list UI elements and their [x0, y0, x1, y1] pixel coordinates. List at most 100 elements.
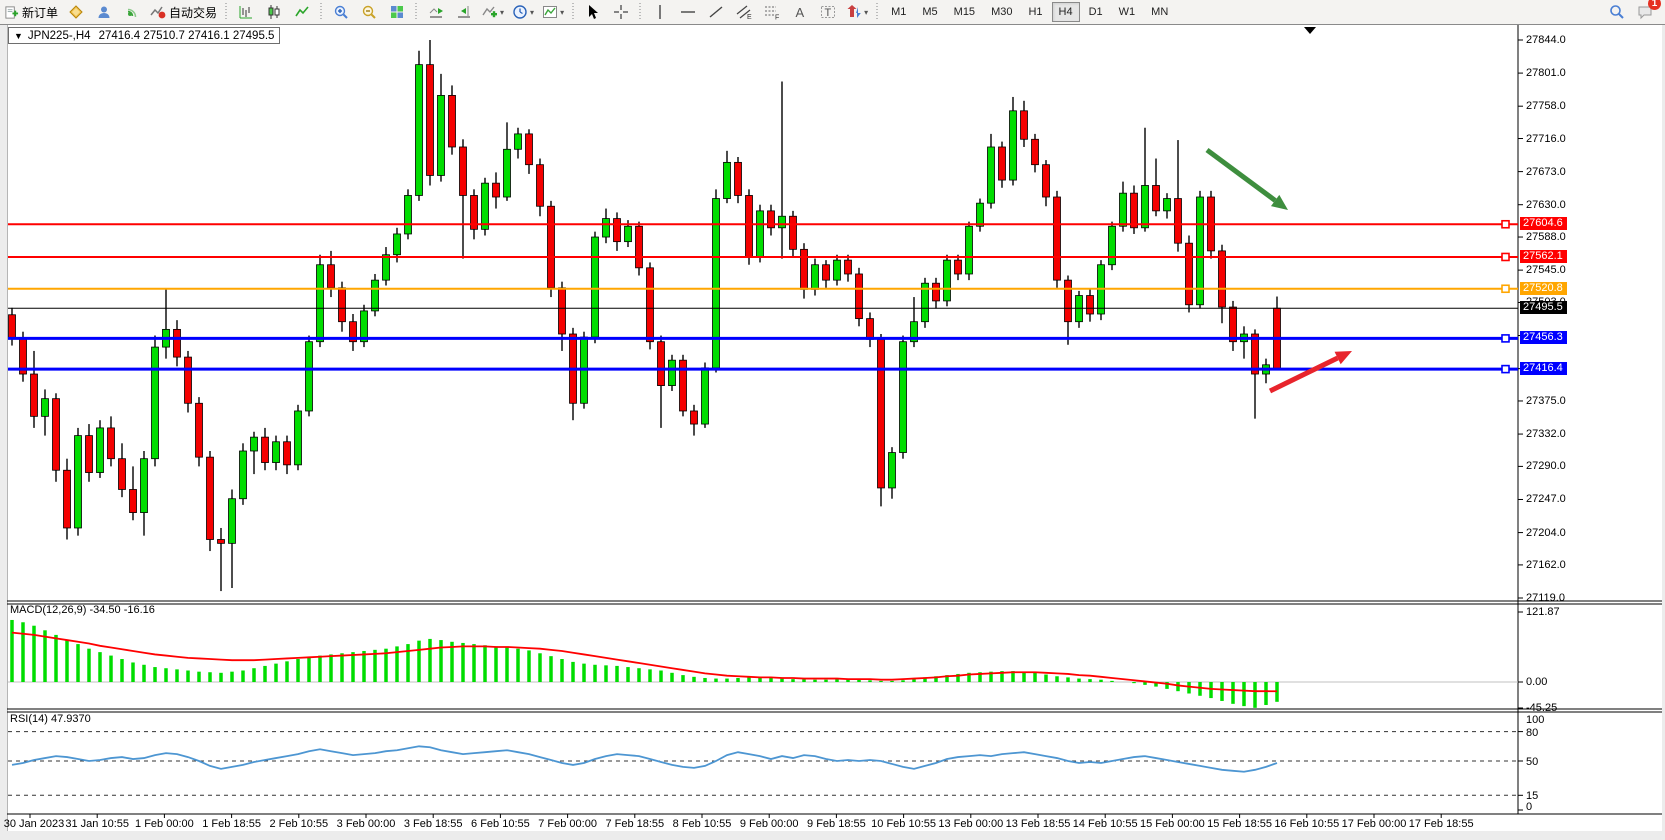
dropdown-caret: ▾ [864, 8, 868, 17]
price-axis-tick: 27630.0 [1526, 199, 1566, 211]
toolbar-separator [413, 3, 420, 21]
rsi-axis-tick: 50 [1526, 756, 1538, 768]
candlestick-chart-icon [266, 4, 282, 20]
text-icon: A [792, 4, 808, 20]
cursor-icon [585, 4, 601, 20]
rsi-axis-tick: 80 [1526, 727, 1538, 739]
time-axis-label: 30 Jan 2023 [4, 818, 65, 830]
time-axis-label: 15 Feb 18:55 [1207, 818, 1272, 830]
signals-icon [124, 4, 140, 20]
chevron-down-icon[interactable]: ▼ [14, 31, 23, 41]
search-button[interactable] [1604, 1, 1630, 23]
dropdown-caret: ▾ [530, 8, 534, 17]
time-axis-label: 17 Feb 18:55 [1409, 818, 1474, 830]
macd-indicator-label: MACD(12,26,9) -34.50 -16.16 [10, 604, 155, 616]
time-axis-label: 9 Feb 00:00 [740, 818, 799, 830]
candlestick-series [9, 40, 1281, 591]
svg-text:F: F [775, 15, 779, 21]
deposit-icon [68, 4, 84, 20]
timeframe-m1-button[interactable]: M1 [884, 2, 913, 22]
price-axis-tick: 27673.0 [1526, 166, 1566, 178]
price-axis-tick: 27844.0 [1526, 34, 1566, 46]
autotrading-button[interactable]: 自动交易 [147, 1, 220, 23]
price-badge: 27520.8 [1520, 282, 1567, 295]
notifications-button[interactable]: 1 [1632, 1, 1658, 23]
candlestick-chart-button[interactable] [261, 1, 287, 23]
template-icon [542, 4, 558, 20]
equidistant-channel-button[interactable]: E [731, 1, 757, 23]
new-order-icon [4, 5, 19, 20]
indicators-button[interactable]: ▾ [479, 1, 507, 23]
chart-shift-marker[interactable] [1304, 27, 1316, 34]
new-order-button[interactable]: 新订单 [1, 1, 61, 23]
time-axis-label: 13 Feb 00:00 [938, 818, 1003, 830]
horizontal-line-icon [680, 4, 696, 20]
horizontal-line-button[interactable] [675, 1, 701, 23]
vertical-line-button[interactable] [647, 1, 673, 23]
rsi-axis-tick: 100 [1526, 714, 1544, 726]
zoom-in-button[interactable] [328, 1, 354, 23]
time-axis-label: 6 Feb 10:55 [471, 818, 530, 830]
text-label-icon: T [820, 4, 836, 20]
deposit-button[interactable] [63, 1, 89, 23]
line-chart-button[interactable] [289, 1, 315, 23]
chart-title-bar[interactable]: ▼ JPN225-,H4 27416.4 27510.7 27416.1 274… [8, 27, 280, 44]
arrows-tool-button[interactable]: ▾ [843, 1, 871, 23]
time-axis-label: 7 Feb 18:55 [605, 818, 664, 830]
price-axis-tick: 27247.0 [1526, 493, 1566, 505]
search-icon [1609, 4, 1625, 20]
trading-platform-window: 新订单 自动交易 [0, 0, 1665, 840]
time-axis-label: 1 Feb 00:00 [135, 818, 194, 830]
cursor-button[interactable] [580, 1, 606, 23]
chart-area[interactable] [0, 0, 1665, 840]
chart-shift-icon [456, 4, 472, 20]
zoom-out-button[interactable] [356, 1, 382, 23]
fibonacci-button[interactable]: F [759, 1, 785, 23]
time-axis-label: 10 Feb 10:55 [871, 818, 936, 830]
price-axis-tick: 27588.0 [1526, 231, 1566, 243]
svg-text:T: T [825, 7, 832, 19]
time-axis-label: 1 Feb 18:55 [202, 818, 261, 830]
price-axis-tick: 27758.0 [1526, 100, 1566, 112]
timeframe-m30-button[interactable]: M30 [984, 2, 1019, 22]
auto-scroll-button[interactable] [423, 1, 449, 23]
text-button[interactable]: A [787, 1, 813, 23]
price-axis-tick: 27162.0 [1526, 559, 1566, 571]
svg-text:E: E [747, 14, 752, 20]
notification-badge: 1 [1648, 0, 1661, 10]
price-axis-tick: 27801.0 [1526, 67, 1566, 79]
bar-chart-icon [238, 4, 254, 20]
trendline-button[interactable] [703, 1, 729, 23]
chart-shift-button[interactable] [451, 1, 477, 23]
text-label-button[interactable]: T [815, 1, 841, 23]
price-axis-tick: 27716.0 [1526, 133, 1566, 145]
time-axis-label: 31 Jan 10:55 [65, 818, 129, 830]
time-axis-label: 8 Feb 10:55 [673, 818, 732, 830]
timeframe-h1-button[interactable]: H1 [1021, 2, 1049, 22]
toolbar-separator [223, 3, 230, 21]
price-badge: 27562.1 [1520, 250, 1567, 263]
line-anchor-handle [1502, 253, 1509, 260]
time-axis-label: 7 Feb 00:00 [538, 818, 597, 830]
community-button[interactable] [91, 1, 117, 23]
crosshair-button[interactable] [608, 1, 634, 23]
timeframe-d1-button[interactable]: D1 [1082, 2, 1110, 22]
timeframe-m15-button[interactable]: M15 [947, 2, 982, 22]
toolbar-separator [570, 3, 577, 21]
fibonacci-icon: F [764, 4, 780, 20]
price-badge: 27416.4 [1520, 362, 1567, 375]
line-anchor-handle [1502, 285, 1509, 292]
periods-button[interactable]: ▾ [509, 1, 537, 23]
bar-chart-button[interactable] [233, 1, 259, 23]
timeframe-w1-button[interactable]: W1 [1112, 2, 1143, 22]
templates-button[interactable]: ▾ [539, 1, 567, 23]
timeframe-mn-button[interactable]: MN [1144, 2, 1175, 22]
timeframe-h4-button[interactable]: H4 [1052, 2, 1080, 22]
price-axis-tick: 27375.0 [1526, 395, 1566, 407]
tile-windows-button[interactable] [384, 1, 410, 23]
indicators-icon [482, 4, 498, 20]
price-axis-tick: 27332.0 [1526, 428, 1566, 440]
signals-button[interactable] [119, 1, 145, 23]
timeframe-m5-button[interactable]: M5 [915, 2, 944, 22]
arrows-tool-icon [846, 4, 862, 20]
